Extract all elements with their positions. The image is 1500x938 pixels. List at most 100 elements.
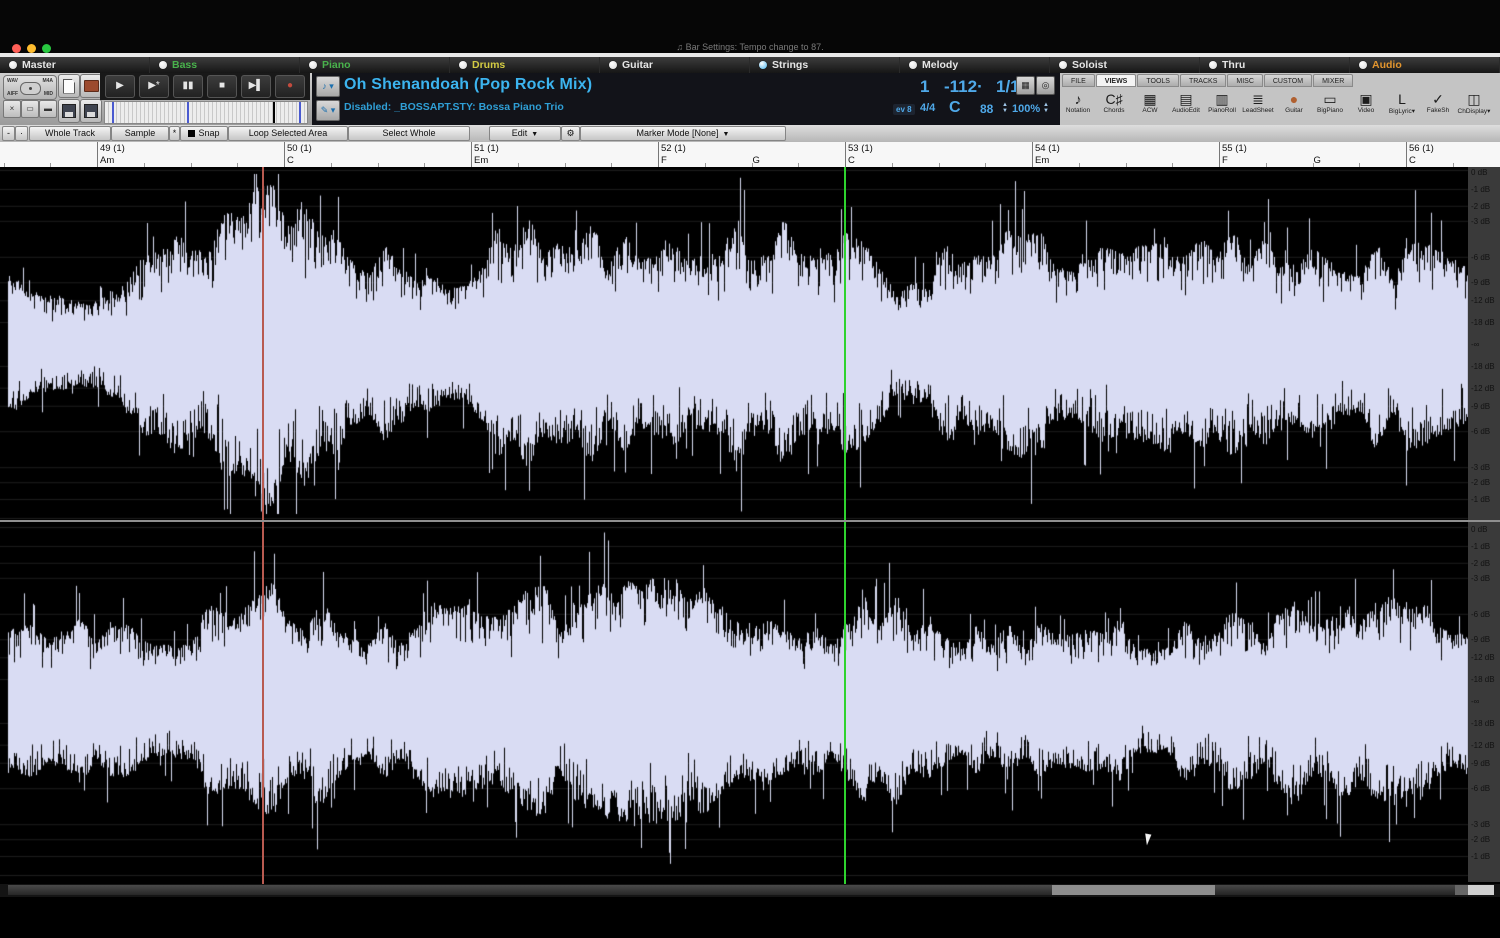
settings-gear-button[interactable]: ⚙: [561, 126, 580, 141]
chord-symbol: C: [1409, 155, 1416, 166]
track-tab-guitar[interactable]: Guitar: [600, 57, 750, 73]
leadsheet-button[interactable]: ≣LeadSheet: [1240, 88, 1276, 124]
bigpiano-button[interactable]: ▭BigPiano: [1312, 88, 1348, 124]
new-document-icon: [63, 79, 75, 94]
ribbon-tab-mixer[interactable]: MIXER: [1313, 74, 1353, 87]
view-icon-label: PianoRoll: [1204, 107, 1240, 114]
window-title: ♫ Bar Settings: Tempo change to 87.: [0, 42, 1500, 52]
db-scale-label: -6 dB: [1471, 427, 1490, 436]
playback-position-line[interactable]: [844, 167, 846, 884]
db-scale-label: -3 dB: [1471, 574, 1490, 583]
new-song-button[interactable]: [58, 74, 80, 98]
jump-to-button[interactable]: ▶▌: [241, 75, 271, 98]
export-format-widget[interactable]: WAV M4A AIFF MID: [3, 75, 57, 100]
mini-tool-button-2[interactable]: ▭: [21, 100, 39, 118]
track-bar: MasterBassPianoDrumsGuitar Strings Melody S…: [0, 57, 1500, 74]
track-dot-icon: [159, 61, 167, 69]
pianoroll-button[interactable]: ▥PianoRoll: [1204, 88, 1240, 124]
db-scale-label: -1 dB: [1471, 495, 1490, 504]
notation-button[interactable]: ♪Notation: [1060, 88, 1096, 124]
biglyric-button[interactable]: LBigLyric▾: [1384, 88, 1420, 124]
track-tab-melody[interactable]: Melody: [900, 57, 1050, 73]
track-tab-audio[interactable]: Audio: [1350, 57, 1500, 73]
fakesh-button[interactable]: ✓FakeSh: [1420, 88, 1456, 124]
play-from-button[interactable]: ▶*: [139, 75, 169, 98]
bar-ruler[interactable]: 49 (1)Am50 (1)C51 (1)Em52 (1)FG53 (1)C54…: [0, 142, 1500, 168]
chord-symbol: Em: [474, 155, 488, 166]
snap-option-button[interactable]: *: [169, 126, 180, 141]
track-dot-icon: [9, 61, 17, 69]
track-tab-strings[interactable]: Strings: [750, 57, 900, 73]
acw-button[interactable]: ▦ACW: [1132, 88, 1168, 124]
marker-mode-dropdown[interactable]: Marker Mode [None]▼: [580, 126, 786, 141]
master-volume[interactable]: 100%: [1012, 103, 1040, 115]
horizontal-scrollbar[interactable]: [0, 884, 1500, 897]
sample-button[interactable]: Sample: [111, 126, 169, 141]
song-position-strip[interactable]: [104, 101, 308, 124]
hold-button[interactable]: ◎: [1036, 76, 1055, 95]
key-signature[interactable]: C: [949, 99, 961, 117]
db-scale-label: -18 dB: [1471, 719, 1495, 728]
save-as-button[interactable]: [80, 99, 102, 123]
chords-button[interactable]: C♯Chords: [1096, 88, 1132, 124]
chdisplay-button[interactable]: ◫ChDisplay▾: [1456, 88, 1492, 124]
zoom-out-button[interactable]: -: [2, 126, 15, 141]
track-tab-bass[interactable]: Bass: [150, 57, 300, 73]
play-button[interactable]: ▶: [105, 75, 135, 98]
ribbon-tab-misc[interactable]: MISC: [1227, 74, 1263, 87]
scrollbar-segment[interactable]: [1215, 885, 1455, 895]
edit-menu-button[interactable]: Edit▼: [489, 126, 561, 141]
track-label: Thru: [1222, 59, 1245, 71]
whole-track-button[interactable]: Whole Track: [29, 126, 111, 141]
waveform-editor[interactable]: 0 dB-1 dB-2 dB-3 dB-6 dB-9 dB-12 dB-18 d…: [0, 167, 1500, 884]
tempo-value[interactable]: 88: [980, 102, 993, 116]
ribbon-tab-custom[interactable]: CUSTOM: [1264, 74, 1312, 87]
track-label: Strings: [772, 59, 808, 71]
scrollbar-segment[interactable]: [8, 885, 1052, 895]
video-button[interactable]: ▣Video: [1348, 88, 1384, 124]
guitar-button[interactable]: ●Guitar: [1276, 88, 1312, 124]
db-scale-label: -18 dB: [1471, 675, 1495, 684]
loop-button[interactable]: ▦: [1016, 76, 1035, 95]
waveform-canvas[interactable]: [0, 167, 1500, 884]
chevron-down-icon: ▼: [723, 131, 730, 138]
export-hub-icon: [20, 82, 41, 95]
track-tab-drums[interactable]: Drums: [450, 57, 600, 73]
audioedit-button[interactable]: ▤AudioEdit: [1168, 88, 1204, 124]
track-tab-master[interactable]: Master: [0, 57, 150, 73]
ribbon-tab-file[interactable]: FILE: [1062, 74, 1095, 87]
style-name[interactable]: Disabled: _BOSSAPT.STY: Bossa Piano Trio: [344, 101, 564, 113]
style-menu-button[interactable]: ✎ ▾: [316, 100, 340, 121]
zoom-in-button[interactable]: ·: [15, 126, 28, 141]
mini-tool-button-3[interactable]: ▬: [39, 100, 57, 118]
save-button[interactable]: [58, 99, 80, 123]
ribbon-tab-tools[interactable]: TOOLS: [1137, 74, 1179, 87]
loop-start-marker-line[interactable]: [262, 167, 264, 884]
mini-tool-button-1[interactable]: ×: [3, 100, 21, 118]
scrollbar-thumb[interactable]: [1052, 885, 1215, 895]
track-dot-icon: [759, 61, 767, 69]
track-dot-icon: [459, 61, 467, 69]
feel-badge[interactable]: ev 8: [893, 104, 915, 115]
snap-swatch-icon: [188, 130, 195, 137]
track-tab-soloist[interactable]: Soloist: [1050, 57, 1200, 73]
volume-spinner[interactable]: ▲▼: [1043, 102, 1049, 114]
time-signature[interactable]: 4/4: [920, 102, 935, 114]
track-tab-thru[interactable]: Thru: [1200, 57, 1350, 73]
tempo-spinner[interactable]: ▲▼: [1002, 102, 1008, 114]
pause-button[interactable]: ▮▮: [173, 75, 203, 98]
loop-selected-area-button[interactable]: Loop Selected Area: [228, 126, 348, 141]
snap-button[interactable]: Snap: [180, 126, 228, 141]
ribbon-tab-views[interactable]: VIEWS: [1096, 74, 1137, 87]
section-marker: [187, 102, 189, 123]
ribbon-tab-tracks[interactable]: TRACKS: [1180, 74, 1226, 87]
record-button[interactable]: ●: [275, 75, 305, 98]
song-title-menu-button[interactable]: ♪ ▾: [316, 76, 340, 97]
track-tab-piano[interactable]: Piano: [300, 57, 450, 73]
track-label: Soloist: [1072, 59, 1107, 71]
db-scale-label: -6 dB: [1471, 610, 1490, 619]
open-song-button[interactable]: [80, 74, 102, 98]
song-title[interactable]: Oh Shenandoah (Pop Rock Mix): [344, 76, 592, 94]
select-whole-button[interactable]: Select Whole: [348, 126, 470, 141]
stop-button[interactable]: ■: [207, 75, 237, 98]
